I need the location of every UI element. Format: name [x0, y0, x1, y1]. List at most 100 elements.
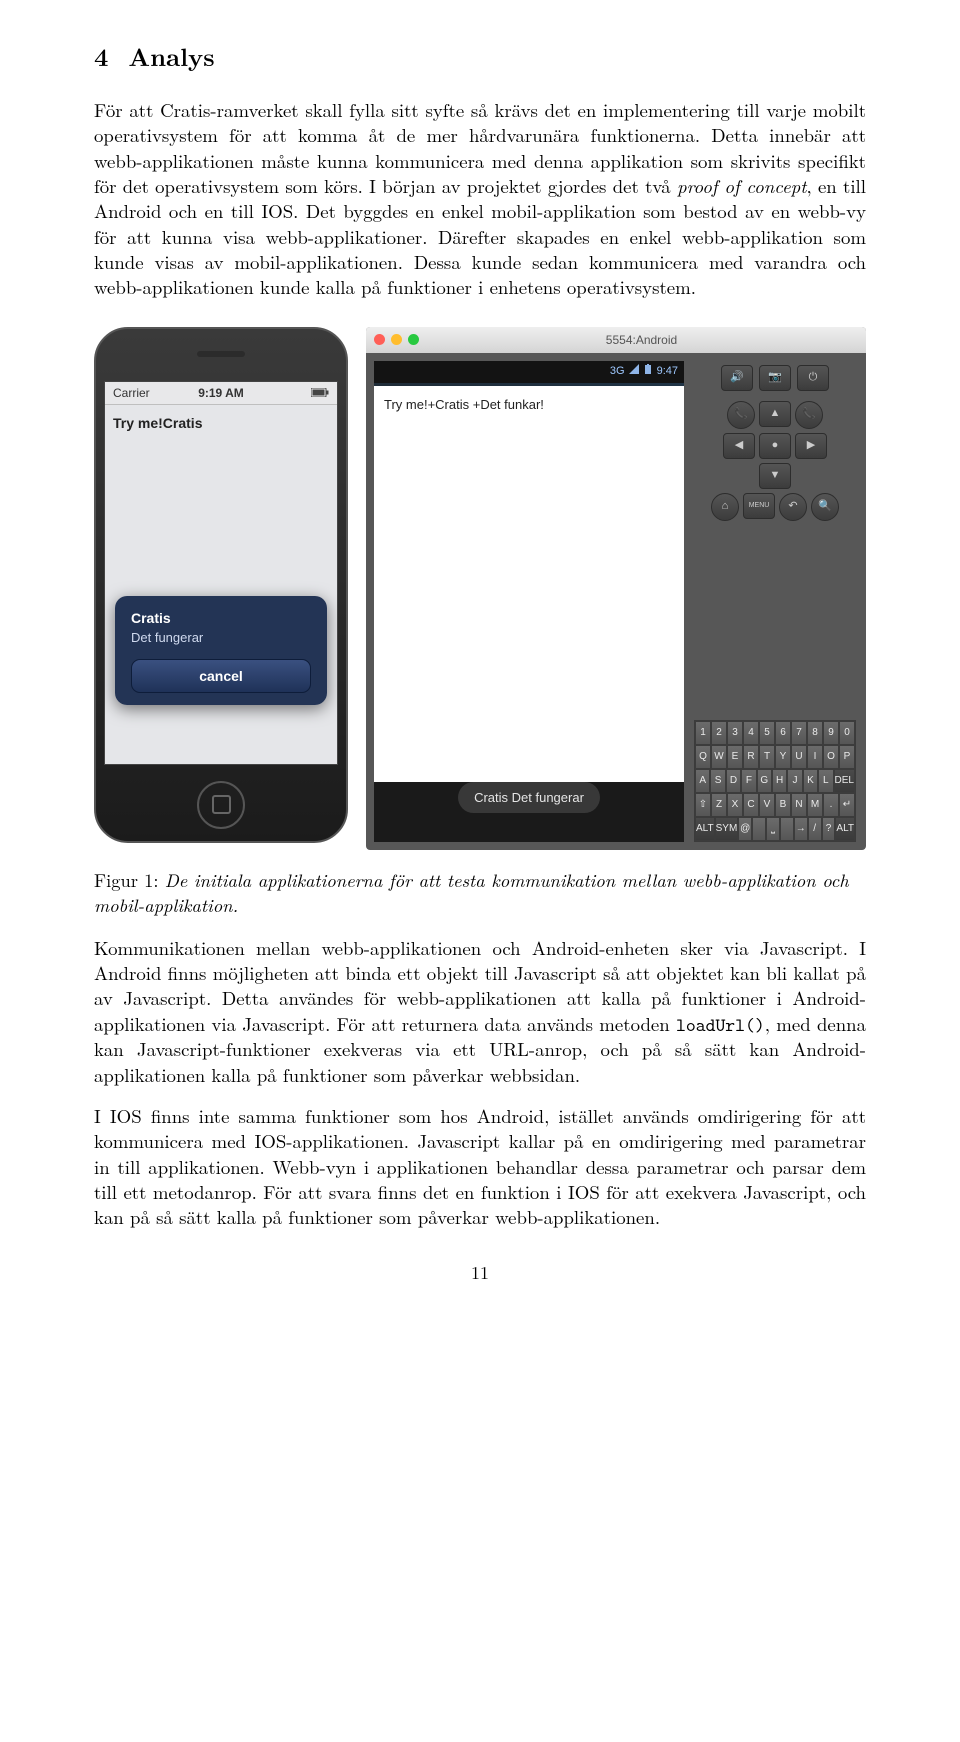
zoom-icon[interactable]: [408, 334, 419, 345]
emulator-controls: 🔊 📷 ⏻ 📞 ▲ 📞 ◀ ●: [692, 361, 858, 842]
power-icon: ⏻: [809, 370, 818, 385]
term-proof-of-concept: proof of concept: [677, 173, 806, 199]
key-↵[interactable]: ↵: [839, 793, 855, 817]
android-emulator-window: 5554:Android 3G 9:47 Try me!+Cratis +Det…: [366, 327, 866, 850]
dpad-down[interactable]: ▼: [759, 463, 791, 489]
signal-icon: [629, 364, 639, 379]
key-8[interactable]: 8: [807, 721, 823, 745]
ios-alert-message: Det fungerar: [131, 630, 311, 645]
key-Y[interactable]: Y: [775, 745, 791, 769]
key-L[interactable]: L: [818, 769, 833, 793]
key-space[interactable]: [780, 817, 794, 841]
android-webview: Try me!+Cratis +Det funkar!: [374, 386, 684, 782]
endcall-icon: 📞: [802, 407, 816, 422]
key-2[interactable]: 2: [711, 721, 727, 745]
menu-button[interactable]: MENU: [743, 493, 775, 519]
key-space[interactable]: [752, 817, 766, 841]
key-D[interactable]: D: [726, 769, 741, 793]
key-R[interactable]: R: [743, 745, 759, 769]
dpad-up[interactable]: ▲: [759, 401, 791, 427]
key-?[interactable]: ?: [822, 817, 836, 841]
camera-button[interactable]: 📷: [759, 365, 791, 391]
key-ALT[interactable]: ALT: [695, 817, 715, 841]
key-M[interactable]: M: [807, 793, 823, 817]
endcall-button[interactable]: 📞: [795, 401, 823, 429]
figure-caption: Figur 1: De initiala applikationerna för…: [94, 868, 866, 918]
key-U[interactable]: U: [791, 745, 807, 769]
code-loadurl: loadUrl(): [676, 1012, 765, 1037]
key-⇧[interactable]: ⇧: [695, 793, 711, 817]
home-button[interactable]: ⌂: [711, 493, 739, 521]
ios-clock: 9:19 AM: [198, 386, 244, 400]
key-G[interactable]: G: [757, 769, 772, 793]
key-X[interactable]: X: [727, 793, 743, 817]
minimize-icon[interactable]: [391, 334, 402, 345]
volume-icon: 🔊: [730, 370, 744, 385]
key-F[interactable]: F: [741, 769, 756, 793]
call-icon: 📞: [734, 407, 748, 422]
dpad-left[interactable]: ◀: [723, 433, 755, 459]
ios-webview: Try me!Cratis Cratis Det fungerar cancel: [105, 405, 337, 765]
back-icon: ↶: [788, 499, 797, 514]
ios-alert: Cratis Det fungerar cancel: [115, 596, 327, 705]
android-clock: 9:47: [657, 364, 678, 379]
android-try-text: Try me!+Cratis +Det funkar!: [384, 396, 674, 414]
battery-icon: [311, 386, 329, 400]
key-.[interactable]: .: [823, 793, 839, 817]
key-P[interactable]: P: [839, 745, 855, 769]
iphone-simulator: Carrier 9:19 AM Try me!Cratis Cratis Det…: [94, 327, 348, 843]
key-J[interactable]: J: [787, 769, 802, 793]
key-DEL[interactable]: DEL: [834, 769, 855, 793]
key-O[interactable]: O: [823, 745, 839, 769]
paragraph-3: I IOS finns inte samma funktioner som ho…: [94, 1104, 866, 1231]
key-S[interactable]: S: [710, 769, 725, 793]
key-0[interactable]: 0: [839, 721, 855, 745]
key-ALT[interactable]: ALT: [835, 817, 855, 841]
back-button[interactable]: ↶: [779, 493, 807, 521]
key-Q[interactable]: Q: [695, 745, 711, 769]
key-@[interactable]: @: [738, 817, 752, 841]
key-/[interactable]: /: [808, 817, 822, 841]
iphone-home-button[interactable]: [197, 781, 245, 829]
dpad-right[interactable]: ▶: [795, 433, 827, 459]
section-number: 4: [94, 39, 108, 74]
key-SYM[interactable]: SYM: [715, 817, 739, 841]
key-5[interactable]: 5: [759, 721, 775, 745]
search-button[interactable]: 🔍: [811, 493, 839, 521]
key-A[interactable]: A: [695, 769, 710, 793]
android-screen: 3G 9:47 Try me!+Cratis +Det funkar! Crat…: [374, 361, 684, 842]
key-V[interactable]: V: [759, 793, 775, 817]
key-⎵[interactable]: ⎵: [766, 817, 780, 841]
key-9[interactable]: 9: [823, 721, 839, 745]
key-N[interactable]: N: [791, 793, 807, 817]
key-Z[interactable]: Z: [711, 793, 727, 817]
key-4[interactable]: 4: [743, 721, 759, 745]
key-C[interactable]: C: [743, 793, 759, 817]
key-W[interactable]: W: [711, 745, 727, 769]
ios-carrier-label: Carrier: [113, 386, 150, 400]
key-→[interactable]: →: [794, 817, 808, 841]
key-E[interactable]: E: [727, 745, 743, 769]
android-toast: Cratis Det fungerar: [458, 782, 600, 814]
close-icon[interactable]: [374, 334, 385, 345]
key-7[interactable]: 7: [791, 721, 807, 745]
key-H[interactable]: H: [772, 769, 787, 793]
power-button[interactable]: ⏻: [797, 365, 829, 391]
key-3[interactable]: 3: [727, 721, 743, 745]
key-K[interactable]: K: [803, 769, 818, 793]
key-B[interactable]: B: [775, 793, 791, 817]
ios-alert-title: Cratis: [131, 610, 311, 626]
key-T[interactable]: T: [759, 745, 775, 769]
paragraph-1: För att Cratis-ramverket skall fylla sit…: [94, 98, 866, 301]
ios-alert-cancel-button[interactable]: cancel: [131, 659, 311, 693]
key-1[interactable]: 1: [695, 721, 711, 745]
figure-caption-text: De initiala applikationerna för att test…: [94, 867, 849, 918]
key-6[interactable]: 6: [775, 721, 791, 745]
call-button[interactable]: 📞: [727, 401, 755, 429]
iphone-speaker: [197, 351, 245, 357]
key-I[interactable]: I: [807, 745, 823, 769]
dpad-center[interactable]: ●: [759, 433, 791, 459]
volume-button[interactable]: 🔊: [721, 365, 753, 391]
battery-icon: [643, 364, 653, 379]
ios-try-text: Try me!Cratis: [105, 405, 337, 441]
